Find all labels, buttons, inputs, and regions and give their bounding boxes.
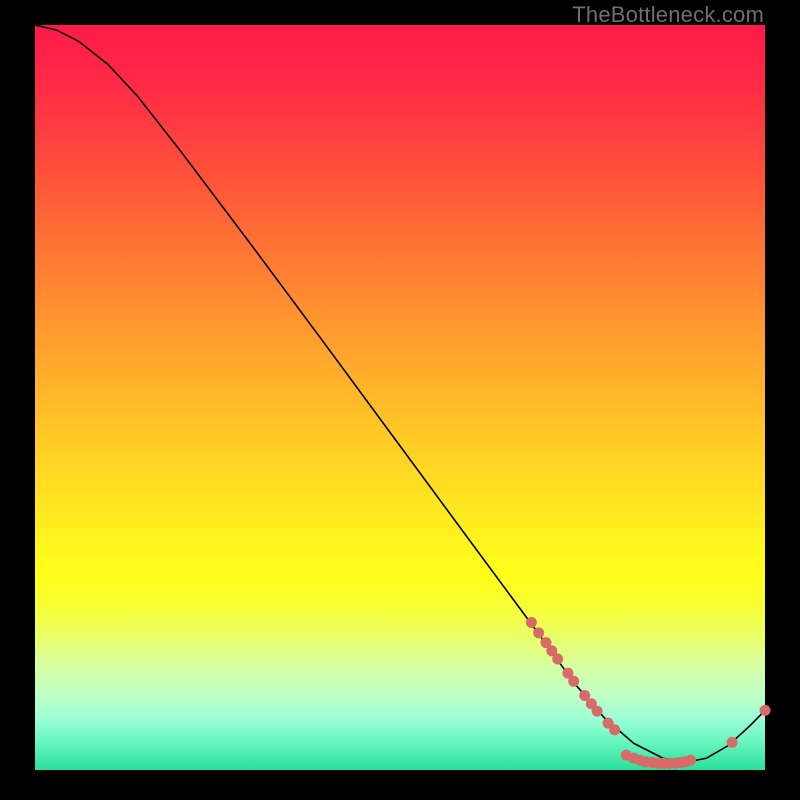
- scatter-dot: [685, 755, 696, 766]
- plot-area: [35, 25, 765, 770]
- scatter-dot: [592, 706, 603, 717]
- scatter-dot: [533, 627, 544, 638]
- scatter-dot: [568, 676, 579, 687]
- scatter-dot: [552, 654, 563, 665]
- chart-frame: TheBottleneck.com: [0, 0, 800, 800]
- scatter-dot: [727, 737, 738, 748]
- chart-svg: [35, 25, 765, 770]
- scatter-dot: [526, 617, 537, 628]
- scatter-group: [526, 617, 771, 769]
- scatter-dot: [760, 705, 771, 716]
- scatter-dot: [609, 724, 620, 735]
- bottleneck-curve: [35, 25, 765, 763]
